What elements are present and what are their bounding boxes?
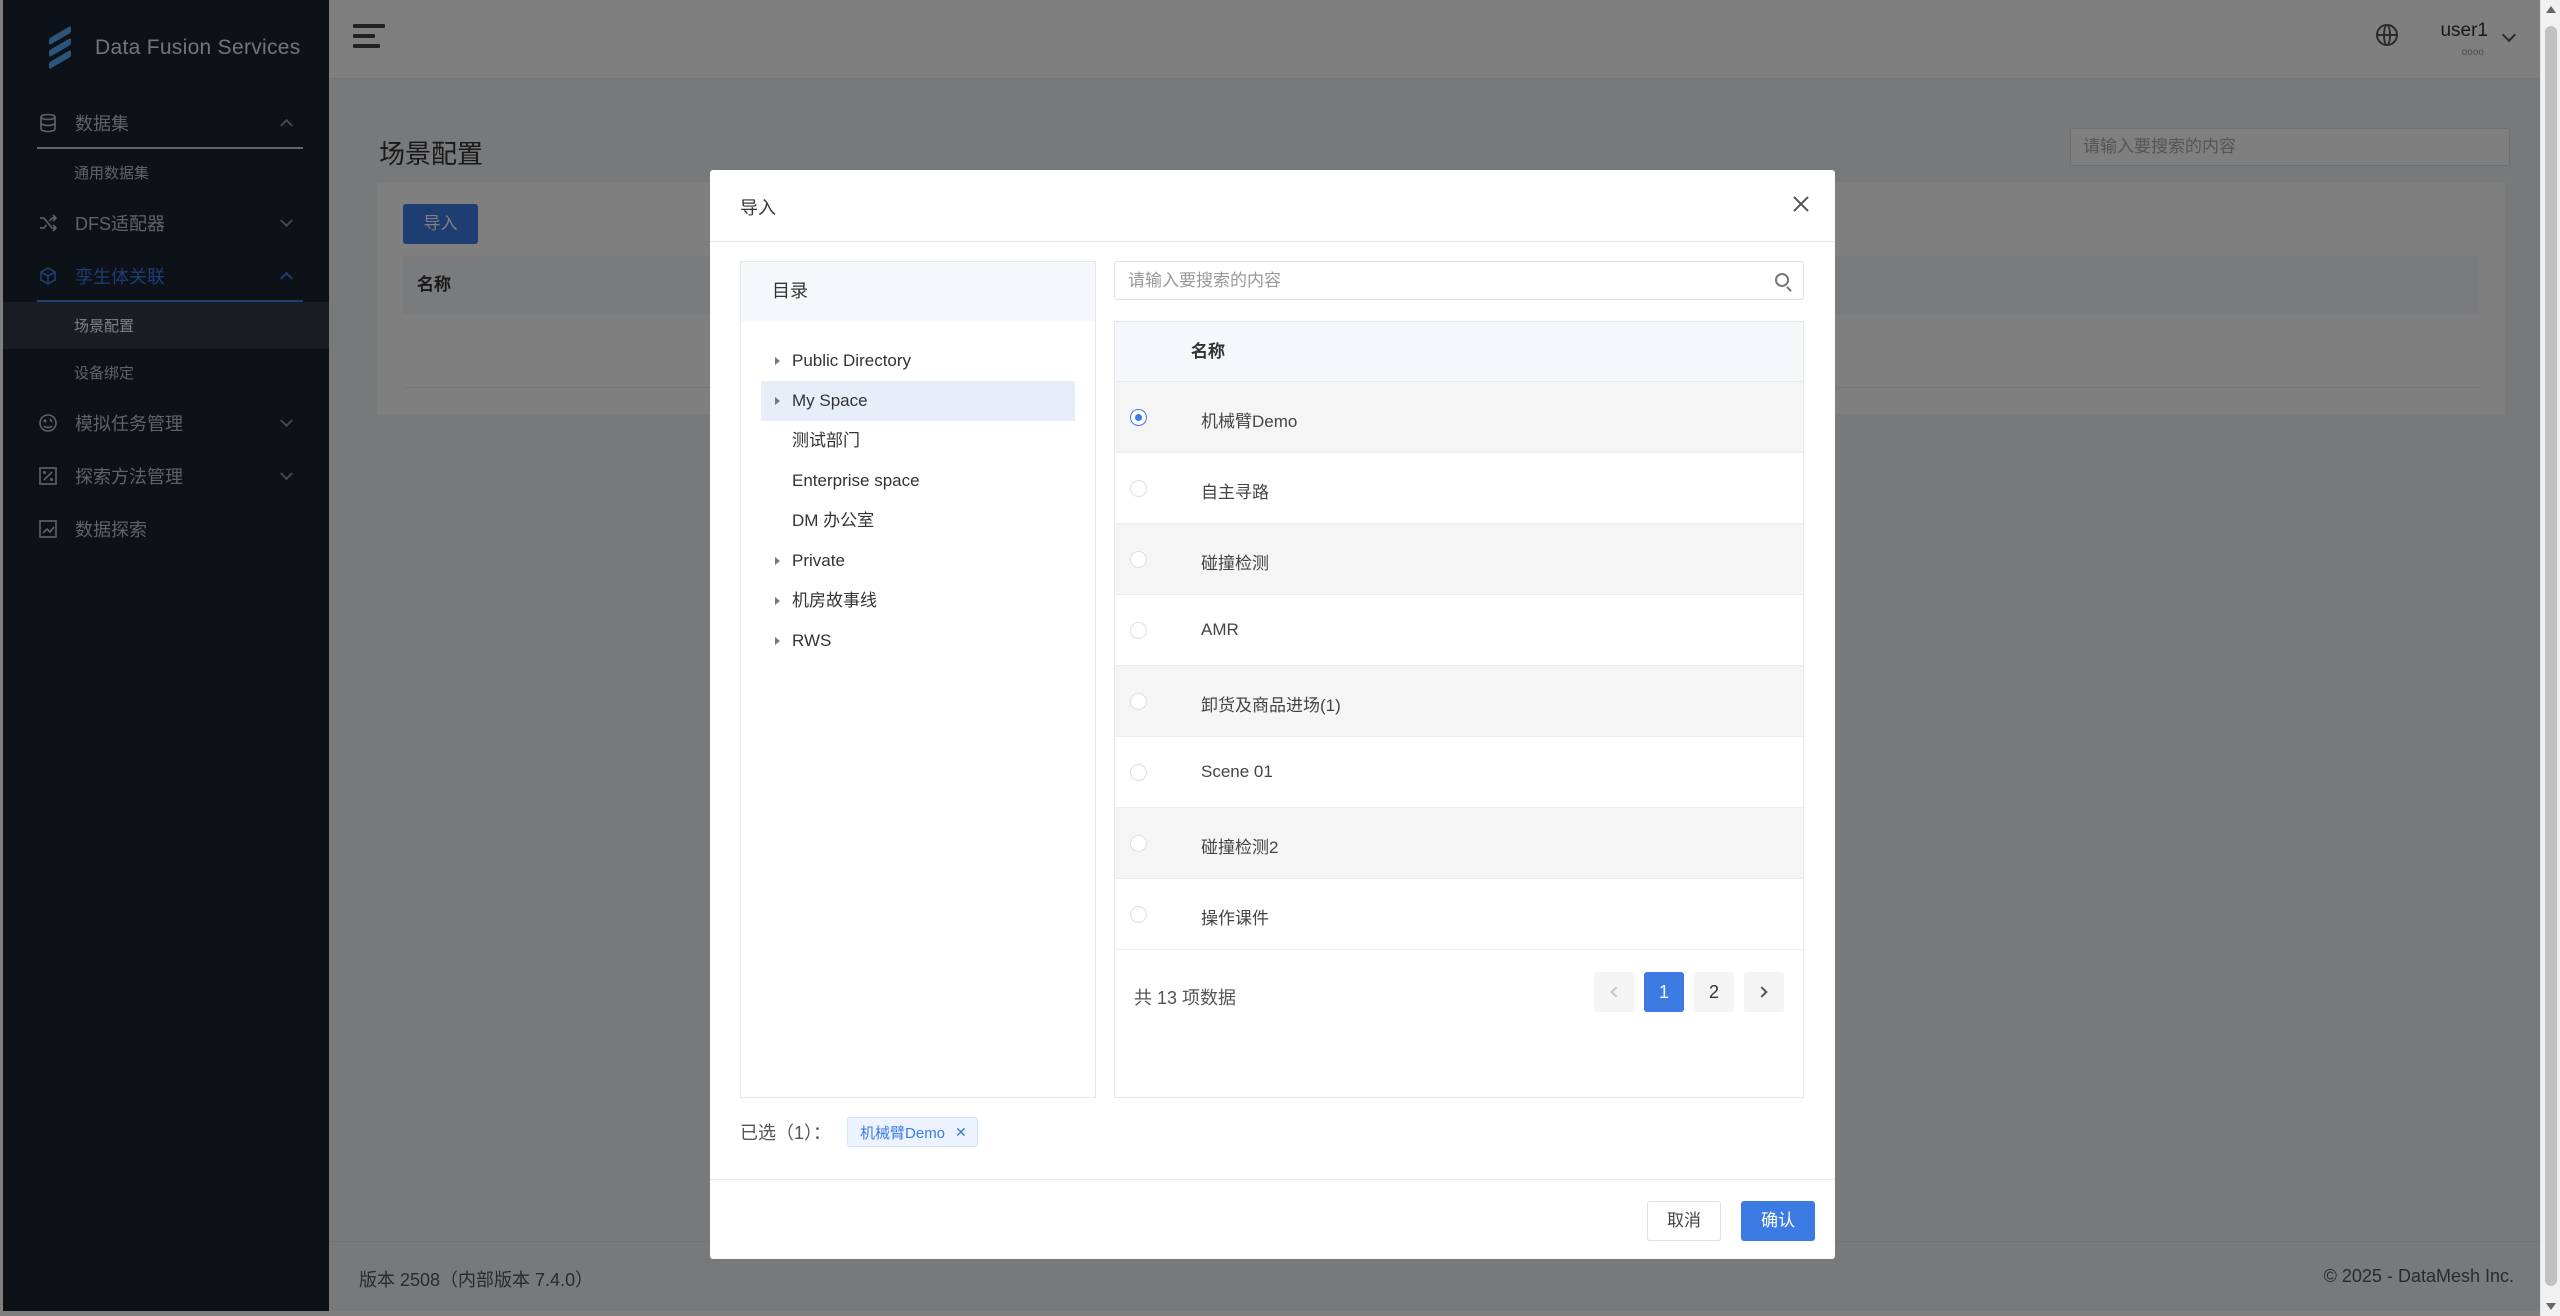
scene-name: 操作课件: [1201, 909, 1269, 928]
selected-label: 已选（1）：: [740, 1123, 832, 1143]
scene-list-panel: 名称 机械臂Demo 自主寻路 碰撞检测 AMR 卸货及商品进场(1) Scen…: [1114, 321, 1804, 1098]
next-page-button[interactable]: [1744, 972, 1784, 1012]
total-count: 共 13 项数据: [1134, 988, 1237, 1008]
table-row[interactable]: 机械臂Demo: [1115, 382, 1803, 453]
tree-node-my-space[interactable]: My Space: [761, 381, 1075, 421]
scene-name: 自主寻路: [1201, 483, 1269, 502]
dialog-header: 导入: [710, 170, 1835, 242]
scene-name: 卸货及商品进场(1): [1201, 696, 1341, 715]
search-placeholder: 请输入要搜索的内容: [1128, 271, 1281, 290]
scene-list: 机械臂Demo 自主寻路 碰撞检测 AMR 卸货及商品进场(1) Scene 0…: [1115, 382, 1803, 950]
prev-page-button[interactable]: [1594, 972, 1634, 1012]
table-row[interactable]: 碰撞检测2: [1115, 808, 1803, 879]
pagination: 共 13 项数据 1 2: [1115, 970, 1803, 1020]
radio-button[interactable]: [1130, 835, 1147, 852]
page-button-2[interactable]: 2: [1694, 972, 1734, 1012]
caret-right-icon[interactable]: [775, 397, 780, 405]
table-row[interactable]: 自主寻路: [1115, 453, 1803, 524]
tree-node-label: 机房故事线: [792, 591, 877, 610]
tree-node-test-dept[interactable]: 测试部门: [761, 421, 1075, 461]
dialog-footer: 取消 确认: [710, 1179, 1835, 1259]
radio-button[interactable]: [1130, 551, 1147, 568]
tree-node-label: Public Directory: [792, 351, 912, 370]
radio-button[interactable]: [1130, 409, 1147, 426]
page-button-1[interactable]: 1: [1644, 972, 1684, 1012]
caret-right-icon[interactable]: [775, 597, 780, 605]
directory-header: 目录: [741, 262, 1095, 321]
tag-label: 机械臂Demo: [860, 1124, 946, 1142]
caret-right-icon[interactable]: [775, 557, 780, 565]
scroll-down-icon[interactable]: [2546, 1303, 2556, 1310]
radio-button[interactable]: [1130, 906, 1147, 923]
tree-node-label: RWS: [792, 631, 832, 650]
dialog-search-input[interactable]: 请输入要搜索的内容: [1114, 261, 1804, 300]
table-row[interactable]: AMR: [1115, 595, 1803, 666]
table-row[interactable]: 卸货及商品进场(1): [1115, 666, 1803, 737]
table-row[interactable]: 操作课件: [1115, 879, 1803, 950]
caret-right-icon[interactable]: [775, 357, 780, 365]
tree-node-rws[interactable]: RWS: [761, 621, 1075, 661]
tree-node-label: DM 办公室: [792, 511, 875, 530]
chevron-left-icon: [1610, 986, 1622, 998]
table-row[interactable]: Scene 01: [1115, 737, 1803, 808]
scroll-thumb[interactable]: [2545, 26, 2557, 1286]
selected-tag: 机械臂Demo ✕: [847, 1117, 978, 1147]
tree-node-private[interactable]: Private: [761, 541, 1075, 581]
selected-items: 已选（1）： 机械臂Demo ✕: [740, 1115, 978, 1149]
directory-tree: Public Directory My Space 测试部门 Enterpris…: [741, 321, 1095, 661]
list-header-name: 名称: [1115, 322, 1803, 382]
import-dialog: 导入 目录 Public Directory My Space 测试部门 Ent…: [710, 170, 1835, 1259]
scroll-up-icon[interactable]: [2546, 6, 2556, 13]
scene-name: Scene 01: [1201, 762, 1273, 781]
caret-right-icon[interactable]: [775, 637, 780, 645]
tree-node-label: Enterprise space: [792, 471, 920, 490]
scene-name: 机械臂Demo: [1201, 412, 1298, 431]
tree-node-label: 测试部门: [792, 431, 860, 450]
confirm-button[interactable]: 确认: [1741, 1201, 1815, 1241]
table-row[interactable]: 碰撞检测: [1115, 524, 1803, 595]
tree-node-label: Private: [792, 551, 845, 570]
tree-node-enterprise-space[interactable]: Enterprise space: [761, 461, 1075, 501]
cancel-button[interactable]: 取消: [1647, 1201, 1721, 1241]
radio-button[interactable]: [1130, 764, 1147, 781]
tree-node-dm-office[interactable]: DM 办公室: [761, 501, 1075, 541]
search-icon[interactable]: [1775, 273, 1789, 287]
tree-node-server-room[interactable]: 机房故事线: [761, 581, 1075, 621]
dialog-title: 导入: [740, 198, 776, 218]
radio-button[interactable]: [1130, 622, 1147, 639]
scene-name: AMR: [1201, 620, 1239, 639]
tree-node-public-directory[interactable]: Public Directory: [761, 341, 1075, 381]
scene-name: 碰撞检测2: [1201, 838, 1279, 857]
page-scrollbar[interactable]: [2540, 0, 2560, 1316]
scene-name: 碰撞检测: [1201, 554, 1269, 573]
directory-panel: 目录 Public Directory My Space 测试部门 Enterp…: [740, 261, 1096, 1098]
close-icon[interactable]: [1789, 192, 1813, 216]
radio-button[interactable]: [1130, 693, 1147, 710]
tag-close-icon[interactable]: ✕: [955, 1124, 967, 1141]
radio-button[interactable]: [1130, 480, 1147, 497]
chevron-right-icon: [1756, 986, 1768, 998]
tree-node-label: My Space: [792, 391, 868, 410]
